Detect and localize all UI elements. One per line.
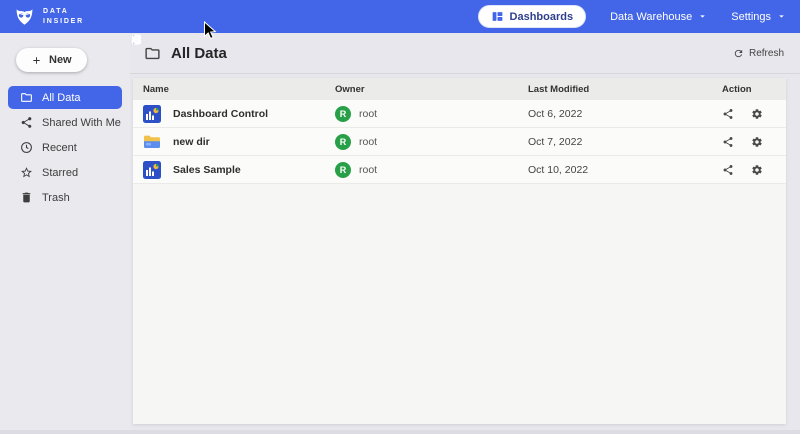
column-header-owner: Owner — [335, 84, 528, 95]
data-warehouse-label: Data Warehouse — [610, 11, 692, 23]
refresh-icon — [733, 48, 744, 59]
sidebar-item-label: Starred — [42, 167, 78, 179]
dashboards-label: Dashboards — [510, 11, 574, 23]
new-button[interactable]: New — [16, 48, 87, 72]
sidebar-item-label: Recent — [42, 142, 77, 154]
sidebar-item-trash[interactable]: Trash — [8, 186, 122, 209]
name-cell: new dir — [133, 133, 335, 151]
owner-avatar: R — [335, 162, 351, 178]
main-content: All Data Refresh Name Owner Last Modifie… — [130, 33, 800, 434]
owner-cell: R root — [335, 134, 528, 150]
sidebar-item-shared-with-me[interactable]: Shared With Me — [8, 111, 122, 134]
folder-file-icon — [143, 133, 161, 151]
brand-logo: DATA INSIDER — [14, 6, 84, 27]
data-warehouse-menu[interactable]: Data Warehouse — [610, 11, 707, 23]
top-navbar: DATA INSIDER Dashboards Data Warehouse — [0, 0, 800, 33]
chevron-down-icon — [777, 12, 786, 21]
column-header-name: Name — [133, 84, 335, 95]
star-icon — [20, 166, 33, 179]
dashboard-file-icon — [143, 105, 161, 123]
folder-icon — [144, 45, 161, 62]
gear-icon[interactable] — [751, 108, 763, 120]
last-modified-cell: Oct 10, 2022 — [528, 164, 722, 176]
name-cell: Dashboard Control — [133, 105, 335, 123]
trash-icon — [20, 191, 33, 204]
file-name: new dir — [173, 136, 210, 148]
sidebar-item-label: Shared With Me — [42, 117, 121, 129]
table-row[interactable]: Dashboard Control R root Oct 6, 2022 — [133, 100, 786, 128]
sidebar-item-starred[interactable]: Starred — [8, 161, 122, 184]
page-title: All Data — [171, 45, 227, 62]
share-icon — [20, 116, 33, 129]
dashboard-grid-icon — [491, 10, 504, 23]
column-header-action: Action — [722, 84, 786, 95]
settings-menu[interactable]: Settings — [731, 11, 786, 23]
last-modified-cell: Oct 6, 2022 — [528, 108, 722, 120]
owl-logo-icon — [14, 6, 35, 27]
window-bottom-edge — [0, 430, 800, 434]
clock-icon — [20, 141, 33, 154]
chevron-down-icon — [698, 12, 707, 21]
brand-name: DATA INSIDER — [43, 7, 84, 26]
folder-icon — [20, 91, 33, 104]
gear-icon[interactable] — [751, 136, 763, 148]
main-header: All Data Refresh — [130, 33, 800, 74]
share-icon[interactable] — [722, 136, 734, 148]
settings-label: Settings — [731, 11, 771, 23]
table-row[interactable]: Sales Sample R root Oct 10, 2022 — [133, 156, 786, 184]
sidebar-item-recent[interactable]: Recent — [8, 136, 122, 159]
owner-cell: R root — [335, 162, 528, 178]
share-icon[interactable] — [722, 164, 734, 176]
owner-name: root — [359, 108, 377, 120]
owner-name: root — [359, 164, 377, 176]
refresh-button[interactable]: Refresh — [733, 48, 784, 59]
data-table-card: Name Owner Last Modified Action Dashboar… — [133, 78, 786, 424]
last-modified-cell: Oct 7, 2022 — [528, 136, 722, 148]
action-cell — [722, 164, 786, 176]
sidebar-menu: All Data Shared With Me Recent Starred — [0, 86, 130, 209]
new-button-label: New — [49, 54, 72, 66]
refresh-label: Refresh — [749, 48, 784, 59]
owner-name: root — [359, 136, 377, 148]
page-title-group: All Data — [144, 45, 227, 62]
table-header-row: Name Owner Last Modified Action — [133, 78, 786, 100]
dashboards-button[interactable]: Dashboards — [478, 5, 587, 28]
plus-icon — [31, 55, 42, 66]
share-icon[interactable] — [722, 108, 734, 120]
sidebar-item-label: All Data — [42, 92, 81, 104]
sidebar-item-all-data[interactable]: All Data — [8, 86, 122, 109]
owner-avatar: R — [335, 134, 351, 150]
column-header-last-modified: Last Modified — [528, 84, 722, 95]
name-cell: Sales Sample — [133, 161, 335, 179]
owner-cell: R root — [335, 106, 528, 122]
owner-avatar: R — [335, 106, 351, 122]
sidebar-item-label: Trash — [42, 192, 70, 204]
file-name: Dashboard Control — [173, 108, 268, 120]
action-cell — [722, 108, 786, 120]
file-name: Sales Sample — [173, 164, 241, 176]
navbar-actions: Dashboards Data Warehouse Settings — [478, 5, 786, 28]
sidebar: New All Data Shared With Me Recent — [0, 33, 130, 434]
gear-icon[interactable] — [751, 164, 763, 176]
dashboard-file-icon — [143, 161, 161, 179]
action-cell — [722, 136, 786, 148]
table-row[interactable]: new dir R root Oct 7, 2022 — [133, 128, 786, 156]
mouse-cursor — [203, 21, 217, 41]
